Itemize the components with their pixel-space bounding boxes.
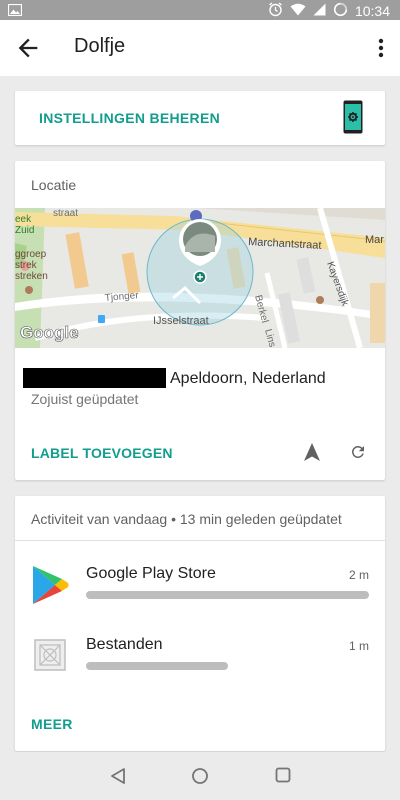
wifi-icon: [290, 3, 306, 19]
system-nav-bar: [0, 752, 400, 800]
location-header: Locatie: [31, 177, 77, 193]
refresh-icon[interactable]: [349, 443, 367, 461]
manage-settings-card[interactable]: INSTELLINGEN BEHEREN: [15, 91, 385, 145]
arrow-back-icon[interactable]: [14, 34, 42, 62]
app-bar: Dolfje: [0, 20, 400, 76]
navigation-icon[interactable]: [303, 443, 321, 461]
nav-recents-icon[interactable]: [275, 767, 291, 783]
location-map[interactable]: straat Marchantstraat Mar eek Zuid ggroe…: [15, 208, 385, 348]
map-label-group-1: ggroep: [15, 249, 47, 260]
signal-icon: [313, 3, 326, 19]
page-title: Dolfje: [74, 35, 126, 57]
map-label-park-2: Zuid: [15, 225, 34, 236]
status-bar: 10:34: [0, 0, 400, 20]
status-time: 10:34: [354, 3, 390, 19]
more-button[interactable]: MEER: [31, 716, 73, 732]
nav-back-icon[interactable]: [110, 767, 126, 785]
activity-header: Activiteit van vandaag • 13 min geleden …: [31, 511, 342, 527]
app-usage-time: 2 m: [348, 568, 369, 582]
manage-settings-button[interactable]: INSTELLINGEN BEHEREN: [39, 110, 220, 126]
activity-card: Activiteit van vandaag • 13 min geleden …: [15, 496, 385, 751]
location-address: Apeldoorn, Nederland: [170, 370, 326, 387]
more-vert-icon[interactable]: [374, 36, 388, 60]
map-label-group-2: strek: [15, 260, 38, 271]
usage-bar: [86, 662, 228, 670]
app-usage-time: 1 m: [348, 639, 369, 653]
map-label-ijsselstraat: IJsselstraat: [153, 315, 209, 327]
add-label-button[interactable]: LABEL TOEVOEGEN: [31, 445, 173, 461]
app-name: Google Play Store: [86, 565, 216, 582]
files-placeholder-icon: [31, 636, 69, 676]
app-name: Bestanden: [86, 636, 163, 653]
google-logo: Google: [20, 323, 79, 342]
alarm-icon: [268, 2, 283, 20]
phone-settings-icon: [343, 100, 363, 134]
usage-bar: [86, 591, 369, 599]
nav-home-icon[interactable]: [191, 767, 209, 785]
location-card: Locatie straat Marchantstraat Mar eek Zu…: [15, 161, 385, 480]
redacted-address-block: [23, 368, 166, 388]
app-row-bestanden[interactable]: Bestanden 1 m: [15, 636, 385, 696]
map-label-street-top: straat: [53, 208, 78, 219]
map-label-group-3: streken: [15, 271, 48, 282]
divider: [15, 540, 385, 541]
map-label-park-1: eek: [15, 214, 32, 225]
battery-icon: [333, 2, 348, 20]
map-label-mar: Mar: [365, 234, 384, 246]
location-updated: Zojuist geüpdatet: [31, 391, 139, 407]
app-row-play-store[interactable]: Google Play Store 2 m: [15, 565, 385, 625]
play-store-icon: [31, 565, 69, 605]
image-icon: [7, 3, 23, 19]
